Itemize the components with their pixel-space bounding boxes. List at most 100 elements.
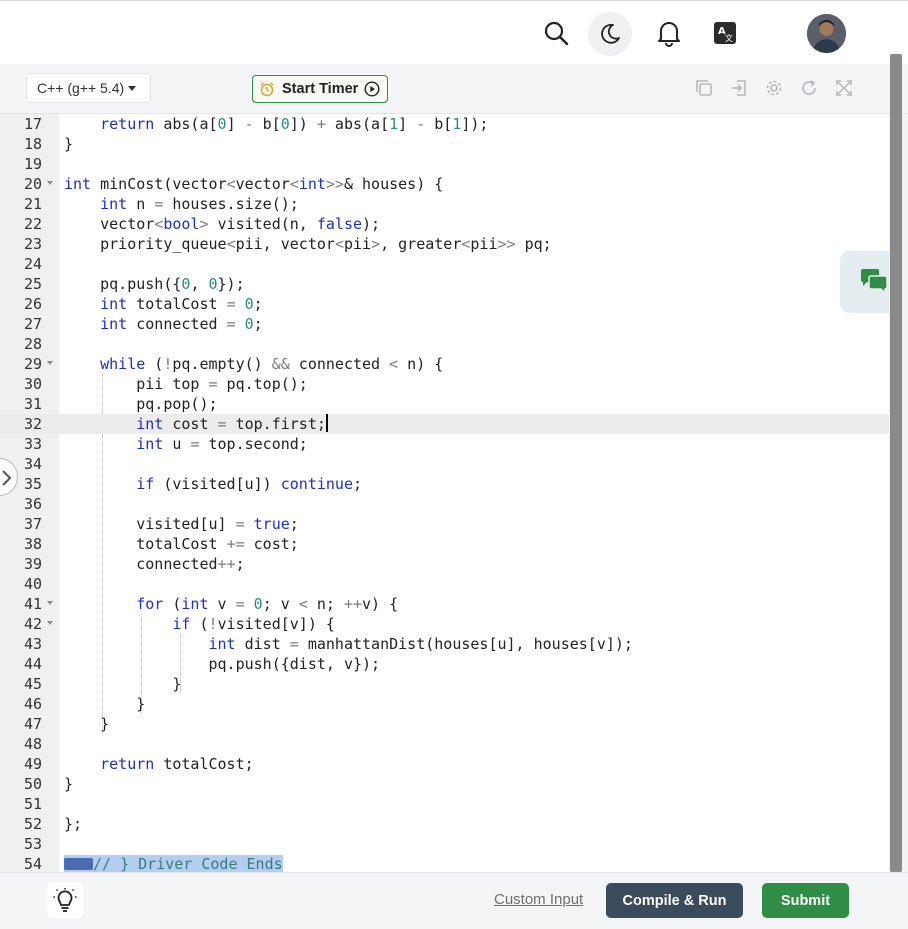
code-line[interactable]: 32 int cost = top.first;: [0, 414, 889, 434]
code-line[interactable]: 48: [0, 734, 889, 754]
avatar[interactable]: [807, 14, 846, 53]
line-number: 20: [23, 175, 42, 193]
line-number: 30: [23, 375, 42, 393]
bell-icon[interactable]: [651, 15, 687, 51]
line-number: 40: [23, 575, 42, 593]
code-line[interactable]: 37 visited[u] = true;: [0, 514, 889, 534]
code-line[interactable]: 53: [0, 834, 889, 854]
code-text: }: [64, 135, 74, 153]
line-number: 31: [23, 395, 42, 413]
line-number: 49: [23, 755, 42, 773]
code-line[interactable]: 28: [0, 334, 889, 354]
start-timer-label: Start Timer: [282, 81, 359, 97]
code-text: int dist = manhattanDist(houses[u], hous…: [208, 635, 633, 653]
compile-run-button[interactable]: Compile & Run: [606, 883, 743, 918]
code-line[interactable]: 31 pq.pop();: [0, 394, 889, 414]
code-line[interactable]: 20 int minCost(vector<vector<int>>& house…: [0, 174, 889, 194]
line-number: 52: [23, 815, 42, 833]
copy-icon[interactable]: [694, 78, 714, 98]
submit-button[interactable]: Submit: [762, 883, 849, 918]
top-header: A文: [0, 0, 908, 64]
line-number: 32: [23, 415, 42, 433]
code-line[interactable]: 52};: [0, 814, 889, 834]
code-line[interactable]: 27 int connected = 0;: [0, 314, 889, 334]
code-line[interactable]: 34: [0, 454, 889, 474]
hint-button[interactable]: [47, 882, 83, 918]
language-select[interactable]: C++ (g++ 5.4): [26, 73, 151, 103]
side-panel-toggle[interactable]: [0, 458, 18, 496]
code-line[interactable]: 54 // } Driver Code Ends: [0, 854, 889, 872]
gear-icon[interactable]: [764, 78, 784, 98]
expand-icon[interactable]: [834, 78, 854, 98]
code-text: vector<bool> visited(n, false);: [64, 215, 381, 233]
editor-scrollbar-thumb[interactable]: [890, 54, 902, 872]
code-line[interactable]: 24: [0, 254, 889, 274]
code-line[interactable]: 22 vector<bool> visited(n, false);: [0, 214, 889, 234]
line-number: 23: [23, 235, 42, 253]
refresh-icon[interactable]: [799, 78, 819, 98]
code-text: pii top = pq.top();: [64, 375, 308, 393]
code-line[interactable]: 33 int u = top.second;: [0, 434, 889, 454]
line-number: 26: [23, 295, 42, 313]
code-line[interactable]: 35 if (visited[u]) continue;: [0, 474, 889, 494]
code-line[interactable]: 44 pq.push({dist, v});: [0, 654, 889, 674]
code-line[interactable]: 45 }: [0, 674, 889, 694]
line-number: 28: [23, 335, 42, 353]
code-line[interactable]: 41 for (int v = 0; v < n; ++v) {: [0, 594, 889, 614]
code-line[interactable]: 51: [0, 794, 889, 814]
code-line[interactable]: 18}: [0, 134, 889, 154]
line-number: 19: [23, 155, 42, 173]
fold-arrow-icon[interactable]: [47, 601, 53, 605]
code-line[interactable]: 30 pii top = pq.top();: [0, 374, 889, 394]
code-line[interactable]: 36: [0, 494, 889, 514]
svg-text:文: 文: [725, 33, 733, 43]
code-text: int connected = 0;: [100, 315, 263, 333]
line-number: 39: [23, 555, 42, 573]
code-line[interactable]: 17 return abs(a[0] - b[0]) + abs(a[1] - …: [0, 114, 889, 134]
line-number: 43: [23, 635, 42, 653]
code-text: if (!visited[v]) {: [172, 615, 335, 633]
code-line[interactable]: 42 if (!visited[v]) {: [0, 614, 889, 634]
moon-icon[interactable]: [588, 12, 632, 56]
code-text: totalCost += cost;: [64, 535, 299, 553]
code-line[interactable]: 29 while (!pq.empty() && connected < n) …: [0, 354, 889, 374]
code-line[interactable]: 46 }: [0, 694, 889, 714]
code-line[interactable]: 21 int n = houses.size();: [0, 194, 889, 214]
code-text: }: [64, 775, 74, 793]
code-line[interactable]: 47 }: [0, 714, 889, 734]
line-number: 27: [23, 315, 42, 333]
code-line[interactable]: 43 int dist = manhattanDist(houses[u], h…: [0, 634, 889, 654]
line-number: 46: [23, 695, 42, 713]
search-icon[interactable]: [538, 15, 574, 51]
line-number: 48: [23, 735, 42, 753]
line-number: 53: [23, 835, 42, 853]
code-text: }: [64, 715, 110, 733]
code-line[interactable]: 39 connected++;: [0, 554, 889, 574]
code-line[interactable]: 49 return totalCost;: [0, 754, 889, 774]
code-line[interactable]: 19: [0, 154, 889, 174]
code-line[interactable]: 40: [0, 574, 889, 594]
code-line[interactable]: 25 pq.push({0, 0});: [0, 274, 889, 294]
code-text: return totalCost;: [100, 755, 254, 773]
line-number: 24: [23, 255, 42, 273]
line-number: 42: [23, 615, 42, 633]
start-timer-button[interactable]: Start Timer: [252, 75, 388, 103]
custom-input-link[interactable]: Custom Input: [494, 891, 583, 908]
code-line[interactable]: 50}: [0, 774, 889, 794]
code-text: int cost = top.first;: [136, 414, 328, 433]
import-icon[interactable]: [729, 78, 749, 98]
code-text: int u = top.second;: [136, 435, 308, 453]
code-line[interactable]: 23 priority_queue<pii, vector<pii>, grea…: [0, 234, 889, 254]
code-line[interactable]: 38 totalCost += cost;: [0, 534, 889, 554]
code-editor[interactable]: 17 return abs(a[0] - b[0]) + abs(a[1] - …: [0, 114, 889, 872]
code-line[interactable]: 26 int totalCost = 0;: [0, 294, 889, 314]
fold-arrow-icon[interactable]: [47, 621, 53, 625]
code-text: pq.push({0, 0});: [64, 275, 245, 293]
line-number: 50: [23, 775, 42, 793]
fold-arrow-icon[interactable]: [47, 361, 53, 365]
code-text: return abs(a[0] - b[0]) + abs(a[1] - b[1…: [100, 115, 489, 133]
code-text: int minCost(vector<vector<int>>& houses)…: [64, 175, 444, 193]
translate-icon[interactable]: A文: [707, 15, 743, 51]
fold-arrow-icon[interactable]: [47, 181, 53, 185]
language-select-value: C++ (g++ 5.4): [37, 80, 125, 96]
